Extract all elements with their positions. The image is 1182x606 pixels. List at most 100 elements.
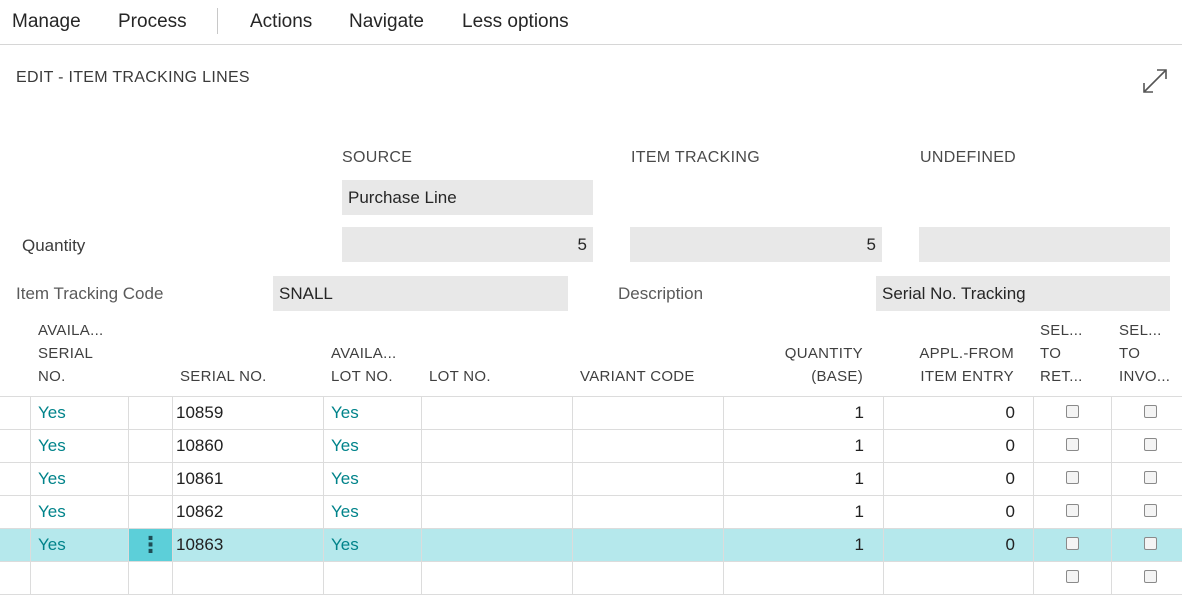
quantity-source-field: 5	[342, 227, 593, 262]
cell-avail-serial[interactable]: Yes	[38, 528, 66, 561]
col-header-sel-to-invo[interactable]: SEL... TO INVO...	[1119, 319, 1170, 388]
col-header-line: SEL...	[1119, 322, 1162, 339]
checkbox-sel-to-invo[interactable]	[1144, 537, 1157, 550]
table-row[interactable]: Yes 10859 Yes 1 0	[0, 396, 1182, 429]
menu-process[interactable]: Process	[118, 11, 187, 33]
cell-serial-no[interactable]: 10860	[176, 429, 223, 462]
grid-line	[572, 396, 573, 594]
item-tracking-header: ITEM TRACKING	[631, 149, 760, 166]
cell-serial-no[interactable]: 10863	[176, 528, 223, 561]
grid-line	[128, 396, 129, 594]
item-tracking-code-field: SNALL	[273, 276, 568, 311]
checkbox-sel-to-ret[interactable]	[1066, 471, 1079, 484]
col-header-line: NO.	[38, 368, 66, 385]
tracking-lines-grid: Yes 10859 Yes 1 0 Yes 10860 Yes 1 0 Yes …	[0, 396, 1182, 606]
grid-line	[0, 462, 1182, 463]
quantity-item-tracking-field: 5	[630, 227, 882, 262]
col-header-line: SERIAL	[38, 345, 94, 362]
checkbox-sel-to-ret[interactable]	[1066, 405, 1079, 418]
col-header-line: RET...	[1040, 368, 1083, 385]
quantity-undefined-field	[919, 227, 1170, 262]
col-header-line: QUANTITY	[784, 345, 863, 362]
grid-line	[323, 396, 324, 594]
action-bar: Manage Process Actions Navigate Less opt…	[0, 0, 1182, 45]
grid-line	[1033, 396, 1034, 594]
grid-line	[30, 396, 31, 594]
checkbox-sel-to-invo[interactable]	[1144, 504, 1157, 517]
cell-avail-lot[interactable]: Yes	[331, 495, 359, 528]
quantity-label: Quantity	[22, 236, 86, 255]
cell-avail-serial[interactable]: Yes	[38, 396, 66, 429]
grid-line	[0, 429, 1182, 430]
grid-line	[0, 594, 1182, 595]
col-header-line: (BASE)	[811, 368, 863, 385]
grid-line	[0, 528, 1182, 529]
checkbox-sel-to-ret[interactable]	[1066, 570, 1079, 583]
col-header-sel-to-ret[interactable]: SEL... TO RET...	[1040, 319, 1083, 388]
cell-quantity-base[interactable]: 1	[724, 429, 864, 462]
description-label: Description	[618, 284, 704, 303]
checkbox-sel-to-ret[interactable]	[1066, 438, 1079, 451]
cell-appl-from[interactable]: 0	[884, 528, 1015, 561]
checkbox-sel-to-ret[interactable]	[1066, 537, 1079, 550]
grid-line	[421, 396, 422, 594]
cell-serial-no[interactable]: 10861	[176, 462, 223, 495]
page-title: EDIT - ITEM TRACKING LINES	[16, 69, 250, 86]
cell-avail-serial[interactable]: Yes	[38, 495, 66, 528]
checkbox-sel-to-invo[interactable]	[1144, 438, 1157, 451]
grid-line	[1111, 396, 1112, 594]
checkbox-sel-to-invo[interactable]	[1144, 570, 1157, 583]
cell-quantity-base[interactable]: 1	[724, 462, 864, 495]
undefined-header: UNDEFINED	[920, 149, 1017, 166]
cell-avail-serial[interactable]: Yes	[38, 429, 66, 462]
col-header-line: AVAILA...	[38, 322, 104, 339]
table-row[interactable]: Yes 10862 Yes 1 0	[0, 495, 1182, 528]
cell-avail-lot[interactable]: Yes	[331, 396, 359, 429]
grid-line	[723, 396, 724, 594]
checkbox-sel-to-invo[interactable]	[1144, 405, 1157, 418]
col-header-appl-from[interactable]: APPL.-FROM ITEM ENTRY	[890, 342, 1014, 388]
menu-navigate[interactable]: Navigate	[349, 11, 424, 33]
grid-line	[0, 561, 1182, 562]
cell-quantity-base[interactable]: 1	[724, 396, 864, 429]
col-header-avail-lot[interactable]: AVAILA... LOT NO.	[331, 342, 397, 388]
cell-appl-from[interactable]: 0	[884, 462, 1015, 495]
table-row[interactable]: Yes 10860 Yes 1 0	[0, 429, 1182, 462]
cell-avail-lot[interactable]: Yes	[331, 429, 359, 462]
expand-icon[interactable]	[1140, 66, 1170, 96]
col-header-line: TO	[1040, 345, 1062, 362]
item-tracking-code-label: Item Tracking Code	[16, 284, 164, 303]
cell-quantity-base[interactable]: 1	[724, 528, 864, 561]
menu-manage[interactable]: Manage	[12, 11, 81, 33]
col-header-quantity-base[interactable]: QUANTITY (BASE)	[740, 342, 863, 388]
cell-appl-from[interactable]: 0	[884, 396, 1015, 429]
col-header-lot-no[interactable]: LOT NO.	[429, 365, 491, 388]
cell-avail-lot[interactable]: Yes	[331, 528, 359, 561]
menu-divider	[217, 8, 218, 34]
cell-quantity-base[interactable]: 1	[724, 495, 864, 528]
grid-line	[0, 495, 1182, 496]
cell-serial-no[interactable]: 10859	[176, 396, 223, 429]
description-field: Serial No. Tracking	[876, 276, 1170, 311]
table-row-new[interactable]	[0, 561, 1182, 594]
menu-actions[interactable]: Actions	[250, 11, 312, 33]
col-header-line: LOT NO.	[331, 368, 393, 385]
col-header-variant-code[interactable]: VARIANT CODE	[580, 365, 695, 388]
col-header-line: APPL.-FROM	[919, 345, 1014, 362]
cell-avail-lot[interactable]: Yes	[331, 462, 359, 495]
source-header: SOURCE	[342, 149, 413, 166]
grid-line	[172, 396, 173, 594]
checkbox-sel-to-invo[interactable]	[1144, 471, 1157, 484]
menu-less-options[interactable]: Less options	[462, 11, 569, 33]
table-row[interactable]: Yes 10861 Yes 1 0	[0, 462, 1182, 495]
table-row-selected[interactable]: Yes ⋮ 10863 Yes 1 0	[0, 528, 1182, 561]
col-header-avail-serial[interactable]: AVAILA... SERIAL NO.	[38, 319, 104, 388]
cell-appl-from[interactable]: 0	[884, 495, 1015, 528]
cell-appl-from[interactable]: 0	[884, 429, 1015, 462]
source-value: Purchase Line	[342, 180, 593, 215]
cell-serial-no[interactable]: 10862	[176, 495, 223, 528]
col-header-serial-no[interactable]: SERIAL NO.	[180, 365, 267, 388]
checkbox-sel-to-ret[interactable]	[1066, 504, 1079, 517]
more-vertical-icon[interactable]: ⋮	[129, 528, 172, 561]
cell-avail-serial[interactable]: Yes	[38, 462, 66, 495]
